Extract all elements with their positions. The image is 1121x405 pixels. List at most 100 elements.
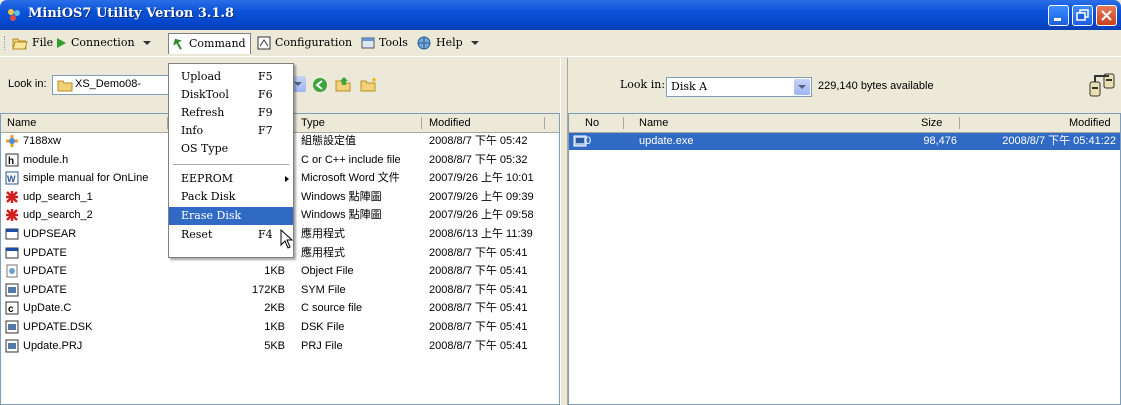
col-size[interactable]: Size	[921, 117, 942, 129]
toolbar-grip[interactable]	[4, 36, 8, 50]
up-folder-icon[interactable]	[335, 76, 351, 92]
table-row[interactable]: UPDATE 1KB Object File 2008/8/7 下午 05:41	[1, 263, 559, 280]
svg-text:c: c	[8, 304, 14, 315]
maximize-button[interactable]	[1072, 5, 1093, 26]
file-modified: 2008/8/7 下午 05:32	[429, 153, 528, 166]
menu-item-upload[interactable]: Upload F5	[169, 68, 293, 86]
file-type: Windows 點陣圖	[301, 190, 382, 203]
bitmap-icon	[6, 190, 18, 203]
table-row[interactable]: Update.PRJ 5KB PRJ File 2008/8/7 下午 05:41	[1, 338, 559, 355]
sym-file-icon	[5, 283, 19, 297]
file-type: Microsoft Word 文件	[301, 172, 400, 185]
file-name: udp_search_1	[23, 190, 93, 203]
minimize-button[interactable]	[1048, 5, 1069, 26]
file-modified: 2008/8/7 下午 05:41	[429, 339, 528, 352]
file-type: Windows 點陣圖	[301, 209, 382, 222]
col-no[interactable]: No	[585, 117, 599, 129]
file-name: UDPSEAR	[23, 228, 77, 240]
chevron-down-icon	[794, 79, 810, 95]
look-in-label: Look in:	[8, 78, 47, 90]
remote-list-header: No Name Size Modified	[569, 114, 1120, 133]
pane-splitter[interactable]	[560, 58, 568, 405]
file-modified: 2007/9/26 上午 10:01	[429, 172, 534, 185]
file-type: SYM File	[301, 283, 346, 296]
menu-item-eeprom[interactable]: EEPROM	[169, 170, 293, 188]
remote-file-list: No Name Size Modified 0 update.exe 98,476 2…	[568, 113, 1121, 405]
file-name: update.exe	[639, 135, 694, 147]
new-folder-icon[interactable]	[360, 76, 378, 92]
command-icon	[173, 38, 182, 50]
file-name: UPDATE	[23, 283, 67, 296]
file-size: 172KB	[251, 283, 285, 296]
col-modified[interactable]: Modified	[429, 117, 471, 129]
header-file-icon: h	[5, 153, 19, 167]
local-look-in-combo[interactable]: XS_Demo08-	[52, 75, 170, 95]
local-look-in-value: XS_Demo08-	[75, 78, 142, 90]
col-name[interactable]: Name	[639, 117, 668, 129]
configuration-icon	[257, 36, 271, 50]
close-icon	[1101, 10, 1112, 21]
minimize-icon	[1054, 18, 1061, 21]
connection-plug-icon	[1089, 73, 1115, 97]
col-modified[interactable]: Modified	[1069, 117, 1111, 129]
file-modified: 2007/9/26 上午 09:39	[429, 190, 534, 203]
file-type: 應用程式	[301, 246, 345, 259]
menu-separator	[173, 164, 289, 165]
file-no: 0	[585, 135, 592, 147]
chevron-down-icon	[471, 41, 480, 45]
menu-item-reset[interactable]: Reset F4	[169, 226, 293, 244]
file-modified: 2008/6/13 上午 11:39	[429, 228, 533, 240]
file-name: module.h	[23, 153, 69, 166]
remote-look-in-label: Look in:	[620, 78, 666, 91]
window-title: MiniOS7 Utility Verion 3.1.8	[28, 6, 235, 21]
c-file-icon: c	[5, 301, 19, 315]
file-size: 2KB	[264, 302, 285, 315]
table-row[interactable]: UPDATE.DSK 1KB DSK File 2008/8/7 下午 05:41	[1, 319, 559, 336]
col-type[interactable]: Type	[301, 117, 325, 129]
menu-file[interactable]: File	[12, 34, 53, 52]
file-size: 1KB	[264, 321, 285, 333]
bytes-available: 229,140 bytes available	[818, 80, 934, 92]
menu-connection[interactable]: Connection	[55, 34, 152, 52]
remote-look-in-combo[interactable]: Disk A	[666, 77, 812, 97]
restore-icon	[1076, 9, 1089, 21]
file-type: 組態設定值	[301, 135, 356, 147]
back-icon[interactable]	[312, 77, 328, 93]
menu-item-erase-disk[interactable]: Erase Disk	[169, 207, 293, 225]
help-globe-icon	[417, 36, 431, 50]
close-button[interactable]	[1096, 5, 1117, 26]
menu-help[interactable]: Help	[416, 34, 480, 52]
exe-icon	[5, 247, 19, 259]
menu-configuration[interactable]: Configuration	[257, 34, 352, 52]
submenu-arrow-icon	[285, 176, 289, 182]
table-row[interactable]: 0 update.exe 98,476 2008/8/7 下午 05:41:22	[569, 133, 1120, 150]
app-icon	[8, 9, 20, 21]
col-name[interactable]: Name	[7, 117, 36, 129]
folder-icon	[57, 80, 73, 92]
menu-item-disktool[interactable]: DiskTool F6	[169, 86, 293, 104]
menu-item-refresh[interactable]: Refresh F9	[169, 104, 293, 122]
menu-item-os-type[interactable]: OS Type	[169, 140, 293, 158]
svg-text:h: h	[8, 156, 14, 167]
table-row[interactable]: UPDATE 172KB SYM File 2008/8/7 下午 05:41	[1, 282, 559, 299]
file-type: 應用程式	[301, 228, 345, 240]
menu-command[interactable]: Command	[168, 33, 251, 54]
menu-item-info[interactable]: Info F7	[169, 122, 293, 140]
file-name: UPDATE	[23, 246, 67, 259]
word-doc-icon: W	[5, 171, 19, 185]
dsk-file-icon	[5, 320, 19, 334]
menu-tools[interactable]: Tools	[361, 34, 408, 52]
file-modified: 2008/8/7 下午 05:41	[429, 302, 528, 315]
table-row[interactable]: c UpDate.C 2KB C source file 2008/8/7 下午 05:…	[1, 300, 559, 317]
file-name: udp_search_2	[23, 209, 93, 222]
exe-icon	[5, 228, 19, 240]
menu-item-pack-disk[interactable]: Pack Disk	[169, 188, 293, 206]
prj-file-icon	[5, 339, 19, 353]
menu-file-label: File	[32, 36, 54, 49]
file-modified: 2008/8/7 下午 05:41:22	[1002, 135, 1116, 147]
menu-bar: File Connection Command Configuration To…	[0, 30, 1121, 57]
file-name: UPDATE.DSK	[23, 321, 93, 333]
menu-connection-label: Connection	[71, 36, 135, 49]
file-modified: 2008/8/7 下午 05:41	[429, 265, 528, 278]
folder-open-icon	[12, 38, 28, 50]
